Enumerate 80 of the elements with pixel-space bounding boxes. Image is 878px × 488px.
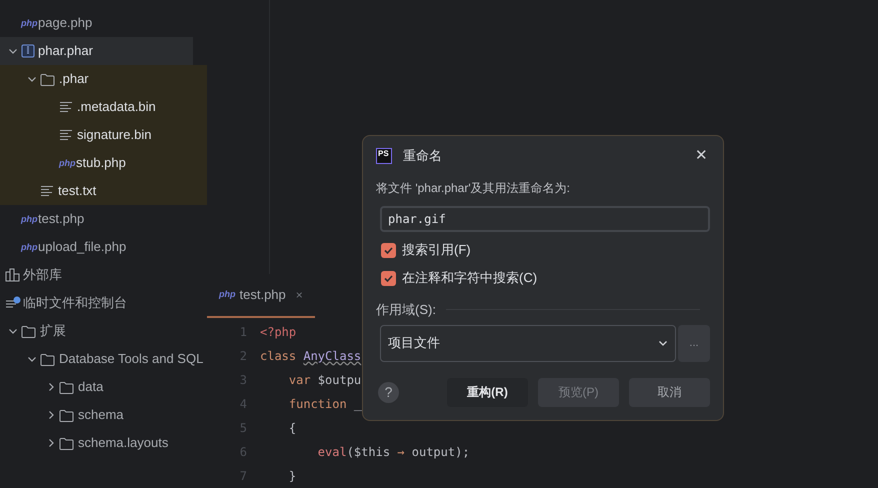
tree-label: 临时文件和控制台 bbox=[23, 294, 127, 312]
tree-label: test.php bbox=[38, 210, 84, 228]
folder-icon bbox=[21, 324, 36, 338]
chevron-down-icon[interactable] bbox=[8, 326, 18, 336]
php-file-icon: php bbox=[59, 158, 76, 168]
app-icon: PS bbox=[376, 148, 392, 164]
tree-label: schema bbox=[78, 406, 124, 424]
editor-tab[interactable]: php test.php × bbox=[207, 274, 315, 318]
check-icon bbox=[383, 272, 394, 284]
folder-icon bbox=[59, 380, 74, 394]
code-line: <?php bbox=[259, 324, 296, 341]
scope-select[interactable]: 项目文件 bbox=[380, 324, 676, 362]
tree-row[interactable]: schema bbox=[0, 401, 207, 429]
tree-row[interactable]: data bbox=[0, 373, 207, 401]
help-button[interactable]: ? bbox=[378, 382, 399, 402]
tree-row[interactable]: signature.bin bbox=[0, 121, 207, 149]
dialog-title: 重命名 bbox=[403, 147, 442, 166]
tree-row[interactable]: phppage.php bbox=[0, 9, 207, 37]
dialog-button[interactable]: 重构(R) bbox=[447, 378, 528, 406]
tree-label: stub.php bbox=[76, 154, 126, 172]
php-file-icon: php bbox=[21, 18, 38, 28]
tree-label: .metadata.bin bbox=[77, 98, 156, 116]
close-button[interactable]: ✕ bbox=[695, 144, 710, 168]
tree-row[interactable]: phpupload_file.php bbox=[0, 233, 207, 261]
tree-row[interactable]: Database Tools and SQL bbox=[0, 345, 207, 373]
chevron-down-icon[interactable] bbox=[27, 354, 37, 364]
tree-label: page.php bbox=[38, 14, 92, 32]
tree-row[interactable]: phptest.php bbox=[0, 205, 207, 233]
tree-label: phar.phar bbox=[38, 42, 93, 60]
chevron-down-icon[interactable] bbox=[27, 74, 37, 84]
chevron-down-icon bbox=[658, 338, 668, 348]
tree-label: schema.layouts bbox=[78, 434, 168, 452]
tree-row[interactable]: phpstub.php bbox=[0, 149, 207, 177]
php-file-icon: php bbox=[21, 214, 38, 224]
archive-icon bbox=[21, 44, 35, 58]
text-file-icon bbox=[59, 129, 73, 141]
scope-label: 作用域(S): bbox=[376, 301, 436, 319]
tree-row[interactable]: 临时文件和控制台 bbox=[0, 289, 207, 317]
folder-icon bbox=[40, 72, 55, 86]
tree-row[interactable]: test.txt bbox=[0, 177, 207, 205]
php-file-icon: php bbox=[21, 242, 38, 252]
checkbox[interactable] bbox=[381, 270, 396, 286]
tree-row[interactable]: .metadata.bin bbox=[0, 93, 207, 121]
chevron-right-icon[interactable] bbox=[46, 438, 56, 448]
tree-row[interactable]: phar.phar bbox=[0, 37, 193, 65]
code-line: class AnyClass bbox=[259, 348, 362, 365]
chevron-right-icon[interactable] bbox=[46, 410, 56, 420]
check-icon bbox=[383, 244, 394, 256]
name-field[interactable]: phar.gif bbox=[380, 206, 710, 232]
option-label: 在注释和字符中搜索(C) bbox=[402, 269, 538, 288]
checkbox[interactable] bbox=[381, 242, 396, 258]
folder-icon bbox=[40, 352, 55, 366]
tree-label: data bbox=[78, 378, 104, 396]
folder-icon bbox=[59, 408, 74, 422]
code-line: } bbox=[288, 468, 296, 485]
prompt-text: 将文件 'phar.phar'及其用法重命名为: bbox=[376, 180, 571, 197]
text-file-icon bbox=[40, 185, 54, 197]
dialog-button[interactable]: 取消 bbox=[629, 378, 710, 406]
php-file-icon: php bbox=[219, 288, 236, 302]
chevron-down-icon[interactable] bbox=[8, 46, 18, 56]
folder-icon bbox=[59, 436, 74, 450]
chevron-right-icon[interactable] bbox=[46, 382, 56, 392]
tree-label: upload_file.php bbox=[38, 238, 126, 256]
tree-label: 扩展 bbox=[40, 322, 66, 340]
tree-row[interactable]: schema.layouts bbox=[0, 429, 207, 457]
code-line: eval($this → output); bbox=[316, 444, 470, 461]
library-icon bbox=[5, 268, 20, 282]
tree-label: signature.bin bbox=[77, 126, 152, 144]
tree-label: Database Tools and SQL bbox=[59, 350, 204, 368]
tree-label: test.txt bbox=[58, 182, 96, 200]
tree-label: 外部库 bbox=[23, 266, 62, 284]
tree-row[interactable]: 扩展 bbox=[0, 317, 207, 345]
tree-label: .phar bbox=[59, 70, 89, 88]
code-line: { bbox=[288, 420, 296, 437]
scratch-icon bbox=[5, 296, 21, 310]
code-line: var $outpu bbox=[288, 372, 362, 389]
tree-row[interactable]: .phar bbox=[0, 65, 207, 93]
text-file-icon bbox=[59, 101, 73, 113]
tree-row[interactable]: 外部库 bbox=[0, 261, 207, 289]
option-label: 搜索引用(F) bbox=[402, 241, 471, 260]
